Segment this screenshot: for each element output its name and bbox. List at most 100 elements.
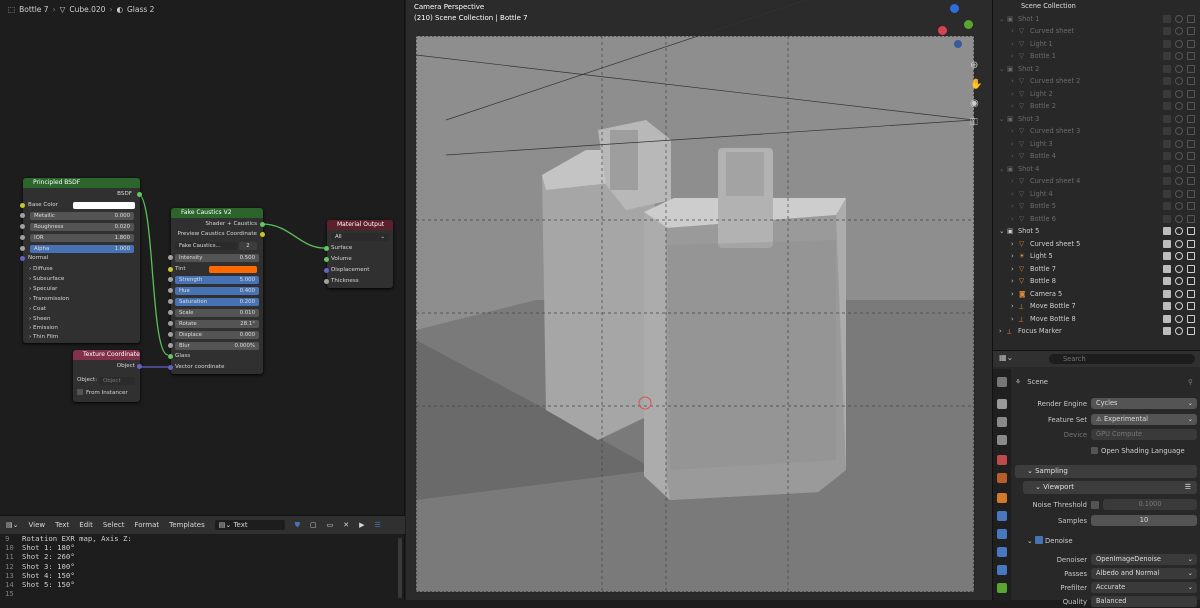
z-axis-handle[interactable]: [950, 4, 959, 13]
expand-arrow-icon[interactable]: ›: [1011, 200, 1018, 210]
node-group-selector[interactable]: Fake Caustics...: [175, 242, 237, 250]
data-tab-icon[interactable]: [997, 583, 1007, 593]
viewport-subpanel-header[interactable]: ⌄ Viewport ☰: [1023, 481, 1197, 494]
thickness-socket[interactable]: [324, 279, 329, 284]
exclude-checkbox[interactable]: [1163, 89, 1171, 98]
exclude-checkbox[interactable]: [1163, 189, 1171, 198]
material-output-node[interactable]: Material Output All ⌄ Surface Volume Disp…: [324, 220, 393, 288]
tint-socket[interactable]: [168, 267, 173, 272]
render-camera-icon[interactable]: [1187, 202, 1195, 210]
outliner-row[interactable]: › ▽ Bottle 2: [993, 100, 1200, 113]
eye-icon[interactable]: [1175, 314, 1183, 323]
expand-arrow-icon[interactable]: ›: [1011, 188, 1018, 198]
expand-arrow-icon[interactable]: ›: [1011, 138, 1018, 148]
constraints-tab-icon[interactable]: [997, 565, 1007, 575]
eye-icon[interactable]: [1175, 127, 1183, 135]
expand-arrow-icon[interactable]: ›: [1011, 300, 1018, 310]
eye-icon[interactable]: [1175, 64, 1183, 73]
outliner-row[interactable]: ⌄ ▣ Shot 4: [993, 163, 1200, 176]
render-camera-icon[interactable]: [1187, 52, 1195, 60]
render-camera-icon[interactable]: [1187, 177, 1195, 185]
outliner-row[interactable]: › ▽ Curved sheet 3: [993, 125, 1200, 138]
eye-icon[interactable]: [1175, 114, 1183, 123]
alpha-socket[interactable]: [20, 246, 25, 251]
exclude-checkbox[interactable]: [1163, 214, 1171, 223]
render-camera-icon[interactable]: [1187, 189, 1195, 198]
outliner-row[interactable]: › ◙ Camera 5: [993, 288, 1200, 301]
render-camera-icon[interactable]: [1187, 327, 1195, 335]
properties-editor[interactable]: ▦⌄ Search ⚘ Scene ⚲ Render Engine Cycles…: [992, 350, 1200, 607]
hue-socket[interactable]: [168, 288, 173, 293]
noise-threshold-field[interactable]: 0.1000: [1103, 499, 1197, 510]
expand-arrow-icon[interactable]: ›: [1011, 238, 1018, 248]
eye-icon[interactable]: [1175, 14, 1183, 23]
navigation-gizmo[interactable]: [934, 4, 974, 50]
expand-arrow-icon[interactable]: ›: [1011, 125, 1018, 135]
render-camera-icon[interactable]: [1187, 114, 1195, 123]
eye-icon[interactable]: [1175, 277, 1183, 285]
shader-output-socket[interactable]: [260, 222, 265, 227]
scene-collection-row[interactable]: Scene Collection: [993, 0, 1200, 13]
render-camera-icon[interactable]: [1187, 27, 1195, 35]
view-layer-tab-icon[interactable]: [997, 435, 1007, 445]
render-camera-icon[interactable]: [1187, 264, 1195, 273]
subpanel-specular[interactable]: › Specular: [23, 285, 140, 294]
exclude-checkbox[interactable]: [1163, 327, 1171, 335]
blur-field[interactable]: Blur 0.000%: [175, 342, 259, 350]
subpanel-coat[interactable]: › Coat: [23, 305, 140, 314]
passes-select[interactable]: Albedo and Normal ⌄: [1091, 568, 1197, 579]
subpanel-emission[interactable]: › Emission: [23, 324, 140, 333]
outliner-row[interactable]: › ▽ Bottle 7: [993, 263, 1200, 276]
from-instancer-checkbox[interactable]: [77, 389, 83, 395]
eye-icon[interactable]: [1175, 164, 1183, 173]
glass-input-socket[interactable]: [168, 354, 173, 359]
pan-icon[interactable]: ✋: [970, 75, 982, 94]
outliner-row[interactable]: ⌄ ▣ Shot 3: [993, 113, 1200, 126]
expand-arrow-icon[interactable]: ›: [1011, 150, 1018, 160]
outliner-row[interactable]: › ▽ Bottle 8: [993, 275, 1200, 288]
outliner-row[interactable]: › ▽ Curved sheet: [993, 25, 1200, 38]
subpanel-sheen[interactable]: › Sheen: [23, 315, 140, 324]
text-editor-body[interactable]: 9 Rotation EXR map, Axis Z: 10 Shot 1: 180…: [0, 534, 405, 601]
fake-user-icon[interactable]: ⛊: [295, 521, 300, 530]
render-camera-icon[interactable]: [1187, 89, 1195, 98]
eye-icon[interactable]: [1175, 227, 1183, 235]
outliner-row[interactable]: ⌄ ▣ Shot 1: [993, 13, 1200, 26]
object-output-socket[interactable]: [137, 364, 142, 369]
text-datablock-selector[interactable]: ▤⌄ Text: [214, 520, 285, 530]
modifiers-tab-icon[interactable]: [997, 511, 1007, 521]
displace-field[interactable]: Displace 0.000: [175, 331, 259, 339]
intensity-field[interactable]: Intensity 0.500: [175, 254, 259, 262]
eye-icon[interactable]: [1175, 39, 1183, 48]
outliner[interactable]: Scene Collection ⌄ ▣ Shot 1 › ▽ Curved sheet ›…: [992, 0, 1200, 350]
exclude-checkbox[interactable]: [1163, 252, 1171, 260]
principled-bsdf-node[interactable]: Principled BSDF BSDF Base Color Metallic…: [20, 178, 142, 343]
noise-threshold-checkbox[interactable]: [1091, 501, 1099, 509]
eye-icon[interactable]: [1175, 252, 1183, 260]
3d-viewport[interactable]: Camera Perspective (210) Scene Collectio…: [406, 0, 992, 600]
breadcrumb-material[interactable]: Glass 2: [127, 5, 154, 14]
base-color-socket[interactable]: [20, 203, 25, 208]
eye-icon[interactable]: [1175, 27, 1183, 35]
expand-arrow-icon[interactable]: ›: [1011, 275, 1018, 285]
text-scrollbar[interactable]: [398, 538, 402, 598]
exclude-checkbox[interactable]: [1163, 227, 1171, 235]
exclude-checkbox[interactable]: [1163, 102, 1171, 110]
outliner-row[interactable]: › ▽ Bottle 1: [993, 50, 1200, 63]
render-camera-icon[interactable]: [1187, 152, 1195, 160]
eye-icon[interactable]: [1175, 77, 1183, 85]
tint-swatch[interactable]: [209, 266, 257, 273]
vector-input-socket[interactable]: [168, 365, 173, 370]
ior-socket[interactable]: [20, 235, 25, 240]
render-camera-icon[interactable]: [1187, 127, 1195, 135]
exclude-checkbox[interactable]: [1163, 314, 1171, 323]
preview-output-socket[interactable]: [260, 232, 265, 237]
rotate-field[interactable]: Rotate 28.1°: [175, 320, 259, 328]
open-shading-checkbox[interactable]: [1091, 447, 1098, 454]
subpanel-thin-film[interactable]: › Thin Film: [23, 333, 140, 342]
render-camera-icon[interactable]: [1187, 277, 1195, 285]
render-camera-icon[interactable]: [1187, 77, 1195, 85]
expand-arrow-icon[interactable]: ›: [1011, 288, 1018, 298]
volume-socket[interactable]: [324, 257, 329, 262]
samples-field[interactable]: 10: [1091, 515, 1197, 526]
